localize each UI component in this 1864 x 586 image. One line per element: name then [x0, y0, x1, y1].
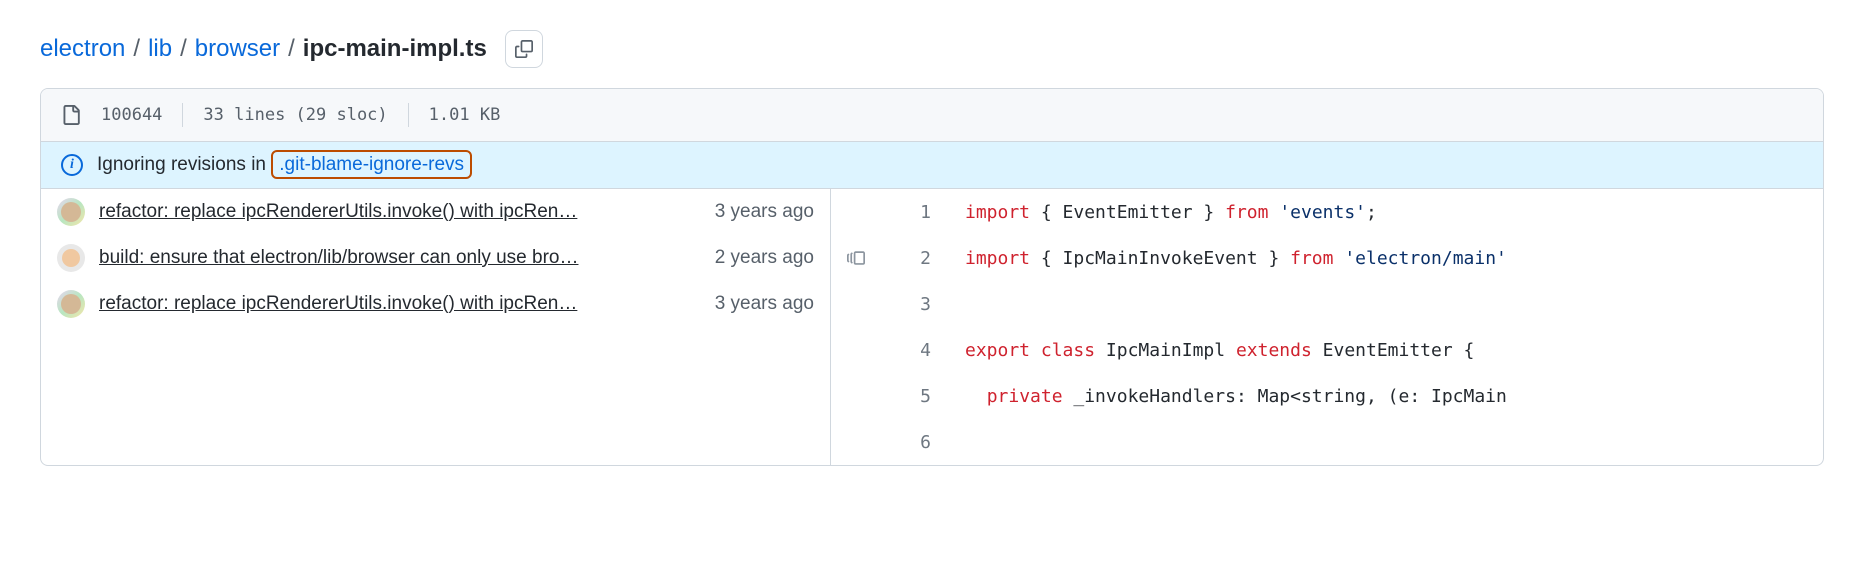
- code-line: private _invokeHandlers: Map<string, (e:…: [951, 386, 1823, 407]
- commit-message-link[interactable]: refactor: replace ipcRendererUtils.invok…: [99, 293, 701, 315]
- code-row: 3: [831, 281, 1823, 327]
- code-column: 1import { EventEmitter } from 'events';2…: [831, 189, 1823, 465]
- code-line: import { EventEmitter } from 'events';: [951, 202, 1823, 223]
- divider: [182, 103, 183, 127]
- code-row: 4export class IpcMainImpl extends EventE…: [831, 327, 1823, 373]
- code-line: export class IpcMainImpl extends EventEm…: [951, 340, 1823, 361]
- file-lines: 33 lines (29 sloc): [203, 105, 387, 125]
- commit-age: 2 years ago: [715, 247, 814, 269]
- line-number[interactable]: 5: [881, 386, 951, 407]
- commit-message-link[interactable]: refactor: replace ipcRendererUtils.invok…: [99, 201, 701, 223]
- file-header: 100644 33 lines (29 sloc) 1.01 KB: [41, 89, 1823, 142]
- line-number[interactable]: 1: [881, 202, 951, 223]
- blame-commits-column: refactor: replace ipcRendererUtils.invok…: [41, 189, 831, 465]
- info-icon: i: [61, 154, 83, 176]
- file-icon: [61, 105, 81, 125]
- blame-row: build: ensure that electron/lib/browser …: [41, 235, 830, 281]
- commit-age: 3 years ago: [715, 201, 814, 223]
- code-row: 1import { EventEmitter } from 'events';: [831, 189, 1823, 235]
- copy-icon: [515, 40, 533, 58]
- blame-ignore-banner: i Ignoring revisions in .git-blame-ignor…: [41, 142, 1823, 189]
- divider: [408, 103, 409, 127]
- reblame-button[interactable]: [831, 249, 881, 267]
- breadcrumb-link[interactable]: lib: [148, 35, 172, 63]
- breadcrumb-link[interactable]: browser: [195, 35, 280, 63]
- code-row: 6: [831, 419, 1823, 465]
- avatar[interactable]: [57, 290, 85, 318]
- code-line: import { IpcMainInvokeEvent } from 'elec…: [951, 248, 1823, 269]
- ignore-revs-link[interactable]: .git-blame-ignore-revs: [271, 150, 472, 179]
- file-box: 100644 33 lines (29 sloc) 1.01 KB i Igno…: [40, 88, 1824, 466]
- line-number[interactable]: 3: [881, 294, 951, 315]
- breadcrumb: electron / lib / browser / ipc-main-impl…: [40, 30, 1824, 68]
- breadcrumb-sep: /: [133, 35, 140, 63]
- breadcrumb-link[interactable]: electron: [40, 35, 125, 63]
- line-number[interactable]: 2: [881, 248, 951, 269]
- blame-row: refactor: replace ipcRendererUtils.invok…: [41, 281, 830, 327]
- breadcrumb-sep: /: [180, 35, 187, 63]
- banner-text: Ignoring revisions in .git-blame-ignore-…: [97, 154, 472, 176]
- blame-row: refactor: replace ipcRendererUtils.invok…: [41, 189, 830, 235]
- code-row: 2import { IpcMainInvokeEvent } from 'ele…: [831, 235, 1823, 281]
- code-row: 5 private _invokeHandlers: Map<string, (…: [831, 373, 1823, 419]
- versions-icon: [847, 249, 865, 267]
- breadcrumb-current: ipc-main-impl.ts: [303, 35, 487, 63]
- line-number[interactable]: 6: [881, 432, 951, 453]
- breadcrumb-sep: /: [288, 35, 295, 63]
- blame-body: refactor: replace ipcRendererUtils.invok…: [41, 189, 1823, 465]
- commit-message-link[interactable]: build: ensure that electron/lib/browser …: [99, 247, 701, 269]
- file-size: 1.01 KB: [429, 105, 501, 125]
- line-number[interactable]: 4: [881, 340, 951, 361]
- avatar[interactable]: [57, 244, 85, 272]
- copy-path-button[interactable]: [505, 30, 543, 68]
- avatar[interactable]: [57, 198, 85, 226]
- commit-age: 3 years ago: [715, 293, 814, 315]
- file-mode: 100644: [101, 105, 162, 125]
